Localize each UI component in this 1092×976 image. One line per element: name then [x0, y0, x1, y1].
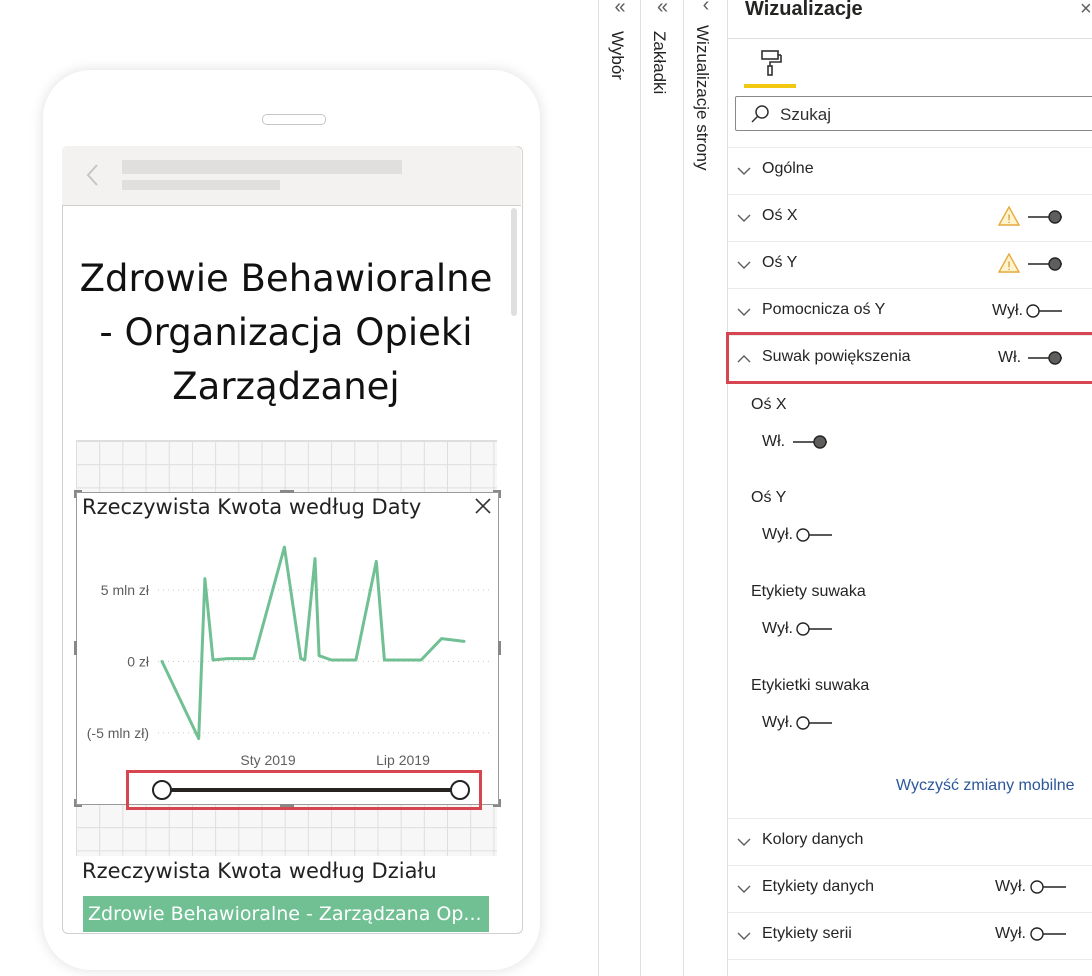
line-chart-plot: 5 mln zł 0 zł (-5 mln zł) Sty 2019 Lip 2019 — [87, 545, 490, 800]
toggle-switch-off[interactable] — [796, 621, 834, 637]
selection-pane-label[interactable]: Wybór — [607, 31, 627, 80]
divider — [728, 38, 1092, 39]
divider — [728, 288, 1092, 289]
chevron-left-icon[interactable]: ‹ — [684, 0, 728, 17]
toggle-state-label: Wł. — [762, 433, 786, 450]
search-input[interactable] — [780, 104, 1030, 126]
toggle-state-label: Wył. — [762, 526, 793, 543]
visualizations-pane-title: Wizualizacje — [745, 0, 863, 20]
x-tick-label: Lip 2019 — [376, 752, 430, 768]
chevron-down-icon[interactable] — [736, 834, 752, 850]
svg-text:!: ! — [1007, 259, 1010, 273]
zoom-option-label: Etykietki suwaka — [751, 677, 870, 694]
chevron-down-icon[interactable] — [736, 928, 752, 944]
bookmarks-pane-label[interactable]: Zakładki — [649, 31, 669, 94]
expand-chevron-icon[interactable]: « — [599, 0, 641, 19]
y-tick-label: (-5 mln zł) — [87, 725, 149, 741]
divider — [728, 818, 1092, 819]
section-header-more-0[interactable]: Kolory danych — [762, 831, 863, 849]
toggle-state-label: Wył. — [995, 878, 1026, 895]
reset-mobile-changes-link[interactable]: Wyczyść zmiany mobilne — [896, 777, 1075, 795]
section-header-1[interactable]: Oś X — [762, 207, 798, 225]
chevron-down-icon[interactable] — [736, 304, 752, 320]
zoom-option-label: Oś Y — [751, 489, 787, 506]
section-header-more-1[interactable]: Etykiety danych — [762, 878, 874, 896]
page-visuals-pane-collapsed[interactable]: ‹ Wizualizacje strony — [683, 0, 728, 976]
y-tick-label: 0 zł — [127, 653, 150, 669]
search-icon — [751, 105, 769, 123]
series-line — [160, 545, 466, 741]
toggle-switch-on[interactable] — [791, 434, 829, 450]
warning-icon: ! — [998, 253, 1020, 273]
divider — [728, 194, 1092, 195]
section-header-0[interactable]: Ogólne — [762, 160, 814, 178]
chevron-down-icon[interactable] — [736, 881, 752, 897]
bookmarks-pane-collapsed[interactable]: « Zakładki — [640, 0, 684, 976]
toggle-state-label: Wył. — [995, 925, 1026, 942]
selection-pane-collapsed[interactable]: « Wybór — [598, 0, 641, 976]
divider — [728, 912, 1092, 913]
toggle-switch-off[interactable] — [1030, 926, 1068, 942]
zoom-option-label: Etykiety suwaka — [751, 583, 866, 600]
divider — [728, 865, 1092, 866]
warning-icon: ! — [998, 206, 1020, 226]
page-visuals-pane-label[interactable]: Wizualizacje strony — [692, 25, 712, 171]
section-header-2[interactable]: Oś Y — [762, 254, 797, 272]
paint-roller-icon[interactable] — [756, 48, 786, 78]
x-tick-label: Sty 2019 — [240, 752, 295, 768]
svg-text:!: ! — [1007, 212, 1010, 226]
toggle-state-label: Wył. — [762, 620, 793, 637]
toggle-switch-off[interactable] — [796, 715, 834, 731]
chevron-down-icon[interactable] — [736, 163, 752, 179]
section-header-more-2[interactable]: Etykiety serii — [762, 925, 852, 943]
toggle-state-label: Wył. — [762, 714, 793, 731]
expand-chevron-icon[interactable]: « — [641, 0, 684, 19]
section-header-3[interactable]: Pomocnicza oś Y — [762, 301, 885, 319]
chevron-down-icon[interactable] — [736, 210, 752, 226]
toggle-state-label: Wył. — [992, 302, 1023, 319]
toggle-switch-on[interactable] — [1026, 256, 1064, 272]
y-tick-label: 5 mln zł — [101, 582, 150, 598]
chevron-down-icon[interactable] — [736, 257, 752, 273]
chart2-title: Rzeczywista Kwota według Działu — [82, 859, 437, 883]
toggle-switch-on[interactable] — [1026, 209, 1064, 225]
bar-category-label: Zdrowie Behawioralne - Zarządzana Op... — [88, 903, 482, 925]
zoom-slider-section-highlight — [726, 332, 1092, 384]
divider — [728, 147, 1092, 148]
toggle-switch-off[interactable] — [1026, 303, 1064, 319]
toggle-switch-off[interactable] — [796, 527, 834, 543]
zoom-slider-highlight — [126, 770, 482, 810]
format-tab-active-indicator — [744, 84, 796, 88]
zoom-option-label: Oś X — [751, 396, 787, 413]
close-pane-icon[interactable]: × — [1080, 0, 1092, 21]
toggle-switch-off[interactable] — [1030, 879, 1068, 895]
divider — [728, 241, 1092, 242]
divider — [728, 959, 1092, 960]
